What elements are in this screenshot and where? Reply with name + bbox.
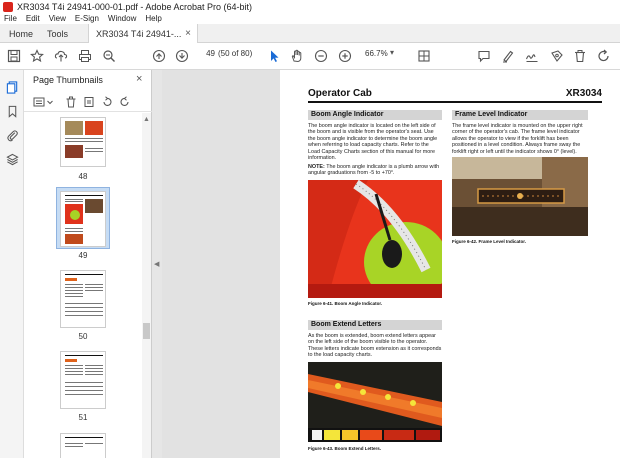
tab-home[interactable]: Home	[9, 24, 33, 43]
section-title: Operator Cab	[308, 88, 372, 99]
thumbnail-page-50[interactable]	[60, 270, 106, 328]
page-thumbnails-panel: Page Thumbnails × 48 49 50 51 ▲	[24, 70, 152, 458]
stamp-icon[interactable]	[549, 48, 565, 64]
menu-edit[interactable]: Edit	[26, 14, 40, 23]
attachments-paperclip-icon[interactable]	[5, 128, 19, 142]
pdf-page: Operator Cab XR3034 Boom Angle Indicator…	[280, 70, 620, 458]
select-cursor-icon[interactable]	[266, 48, 282, 64]
thumbnail-page-51[interactable]	[60, 351, 106, 409]
boom-extend-photo	[308, 362, 442, 442]
bookmarks-icon[interactable]	[5, 104, 19, 118]
title-bar: XR3034 T4i 24941-000-01.pdf - Adobe Acro…	[0, 0, 620, 13]
note-text: The boom angle indicator is a plumb arro…	[308, 164, 440, 177]
extract-page-icon[interactable]	[82, 95, 96, 109]
menu-bar: File Edit View E-Sign Window Help	[0, 13, 620, 24]
boom-angle-heading: Boom Angle Indicator	[308, 110, 442, 120]
frame-level-caption: Figure 6-42. Frame Level Indicator.	[452, 239, 527, 244]
next-page-icon[interactable]	[174, 48, 190, 64]
close-tab-icon[interactable]: ×	[185, 28, 191, 39]
rotate-clockwise-icon[interactable]	[118, 95, 132, 109]
boom-extend-heading: Boom Extend Letters	[308, 320, 442, 330]
thumbnail-scrollbar[interactable]: ▲	[142, 113, 151, 458]
boom-angle-text: The boom angle indicator is located on t…	[308, 123, 438, 162]
thumbnail-list: 48 49 50 51	[24, 113, 142, 458]
frame-level-heading: Frame Level Indicator	[452, 110, 588, 120]
trash-icon[interactable]	[572, 48, 588, 64]
frame-level-text: The frame level indicator is mounted on …	[452, 123, 583, 155]
menu-view[interactable]: View	[49, 14, 66, 23]
layers-icon[interactable]	[5, 152, 19, 166]
fit-page-icon[interactable]	[416, 48, 432, 64]
scroll-up-icon[interactable]: ▲	[143, 116, 150, 123]
zoom-in-icon[interactable]	[337, 48, 353, 64]
document-view[interactable]: Operator Cab XR3034 Boom Angle Indicator…	[162, 70, 620, 458]
thumbnail-page-49[interactable]	[60, 191, 106, 247]
print-icon[interactable]	[77, 48, 93, 64]
thumbnail-label-51: 51	[78, 413, 88, 422]
tab-tools[interactable]: Tools	[47, 24, 68, 43]
header-rule	[308, 101, 602, 103]
boom-angle-caption: Figure 6-41. Boom Angle Indicator.	[308, 301, 383, 306]
boom-angle-photo	[308, 180, 442, 298]
menu-esign[interactable]: E-Sign	[75, 14, 99, 23]
model-number: XR3034	[565, 88, 602, 99]
bookmark-star-icon[interactable]	[29, 48, 45, 64]
thumbnail-options-icon[interactable]	[32, 95, 46, 109]
upload-icon[interactable]	[53, 48, 69, 64]
thumbnail-page-52[interactable]	[60, 433, 106, 458]
tab-document[interactable]: XR3034 T4i 24941-... ×	[88, 24, 198, 43]
frame-level-photo	[452, 157, 588, 236]
previous-page-icon[interactable]	[151, 48, 167, 64]
page-count: (50 of 80)	[218, 49, 253, 58]
delete-page-icon[interactable]	[64, 95, 78, 109]
thumbnail-label-49: 49	[78, 251, 88, 260]
tab-bar: Home Tools XR3034 T4i 24941-... ×	[0, 24, 620, 43]
boom-extend-caption: Figure 6-43. Boom Extend Letters.	[308, 446, 382, 451]
page-number-input[interactable]: 49	[199, 49, 215, 58]
window-title: XR3034 T4i 24941-000-01.pdf - Adobe Acro…	[17, 1, 252, 12]
chevron-down-icon[interactable]	[46, 95, 54, 109]
sign-icon[interactable]	[524, 48, 540, 64]
menu-help[interactable]: Help	[145, 14, 161, 23]
menu-window[interactable]: Window	[108, 14, 136, 23]
redo-icon[interactable]	[596, 48, 612, 64]
boom-extend-text: As the boom is extended, boom extend let…	[308, 333, 442, 359]
thumbnail-label-48: 48	[78, 172, 88, 181]
navigation-rail	[0, 70, 24, 458]
comment-icon[interactable]	[476, 48, 492, 64]
highlight-pen-icon[interactable]	[500, 48, 516, 64]
close-panel-icon[interactable]: ×	[136, 73, 142, 85]
thumbnail-label-50: 50	[78, 332, 88, 341]
chevron-down-icon[interactable]: ▾	[390, 48, 394, 57]
toolbar: 49 (50 of 80) 66.7% ▾	[0, 43, 620, 70]
zoom-level-select[interactable]: 66.7%	[365, 49, 388, 58]
menu-file[interactable]: File	[4, 14, 17, 23]
rotate-counterclockwise-icon[interactable]	[100, 95, 114, 109]
panel-title: Page Thumbnails	[33, 75, 103, 85]
acrobat-logo-icon	[3, 1, 13, 12]
panel-splitter[interactable]: ◀	[152, 70, 162, 458]
zoom-search-icon[interactable]	[101, 48, 117, 64]
collapse-panel-icon[interactable]: ◀	[154, 260, 159, 268]
note-label: NOTE:	[308, 164, 325, 170]
hand-tool-icon[interactable]	[289, 48, 305, 64]
page-thumbnails-icon[interactable]	[5, 80, 19, 94]
zoom-out-icon[interactable]	[313, 48, 329, 64]
save-icon[interactable]	[6, 48, 22, 64]
panel-toolbar	[24, 92, 152, 112]
thumbnail-page-48[interactable]	[60, 117, 106, 167]
boom-angle-note: NOTE: The boom angle indicator is a plum…	[308, 164, 442, 177]
scrollbar-thumb[interactable]	[143, 323, 150, 339]
tab-document-label: XR3034 T4i 24941-...	[96, 28, 182, 39]
